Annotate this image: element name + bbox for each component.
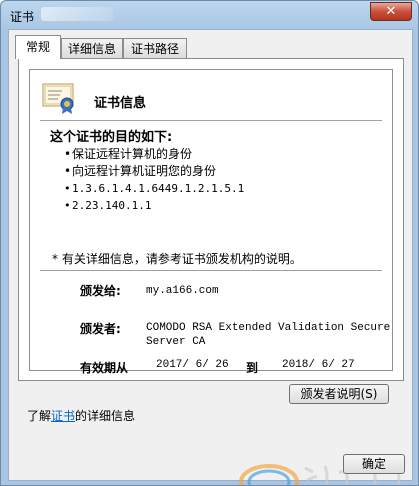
issued-by-value: COMODO RSA Extended Validation Secure Se… <box>146 322 391 348</box>
title-blur <box>41 7 113 21</box>
close-button[interactable]: ✕ <box>370 2 412 21</box>
valid-from-label: 有效期从 <box>80 361 129 375</box>
certificate-info-box: 证书信息 这个证书的目的如下: •保证远程计算机的身份 •向远程计算机证明您的身… <box>29 69 393 375</box>
certificate-window: 证书 ✕ 常规 详细信息 证书路径 证书信息 这个证书的目的如下: •保证远程计… <box>0 0 419 486</box>
list-item: •向远程计算机证明您的身份 <box>64 164 217 178</box>
list-item: •2.23.140.1.1 <box>64 199 152 212</box>
purpose-heading: 这个证书的目的如下: <box>50 130 173 145</box>
certificate-info-heading: 证书信息 <box>94 96 147 111</box>
tab-panel-general: 证书信息 这个证书的目的如下: •保证远程计算机的身份 •向远程计算机证明您的身… <box>18 58 404 381</box>
issuer-statement-button[interactable]: 颁发者说明(S) <box>289 384 389 404</box>
purpose-list: •保证远程计算机的身份 •向远程计算机证明您的身份 •1.3.6.1.4.1.6… <box>64 146 244 214</box>
valid-to-date: 2018/ 6/ 27 <box>282 359 355 371</box>
certificate-icon <box>42 83 74 114</box>
divider <box>40 270 382 271</box>
valid-from-date: 2017/ 6/ 26 <box>156 359 229 371</box>
dialog-client-area: 常规 详细信息 证书路径 证书信息 这个证书的目的如下: •保证远程计算机的身份… <box>8 29 413 485</box>
divider <box>40 120 382 121</box>
learn-more-text: 了解证书的详细信息 <box>27 409 136 423</box>
list-item: •保证远程计算机的身份 <box>64 147 193 161</box>
issued-to-value: my.a166.com <box>146 285 219 297</box>
ok-button[interactable]: 确定 <box>343 454 405 474</box>
window-title: 证书 <box>10 10 35 24</box>
details-note: * 有关详细信息，请参考证书颁发机构的说明。 <box>52 252 302 266</box>
certificate-details-link[interactable]: 证书 <box>51 409 75 423</box>
tab-details[interactable]: 详细信息 <box>61 38 123 58</box>
tab-certification-path[interactable]: 证书路径 <box>123 38 187 58</box>
issued-to-label: 颁发给: <box>80 284 121 298</box>
list-item: •1.3.6.1.4.1.6449.1.2.1.5.1 <box>64 182 245 195</box>
title-bar[interactable]: 证书 ✕ <box>1 1 418 29</box>
tab-general[interactable]: 常规 <box>15 35 61 59</box>
issued-by-label: 颁发者: <box>80 322 121 336</box>
valid-to-label: 到 <box>246 361 259 375</box>
